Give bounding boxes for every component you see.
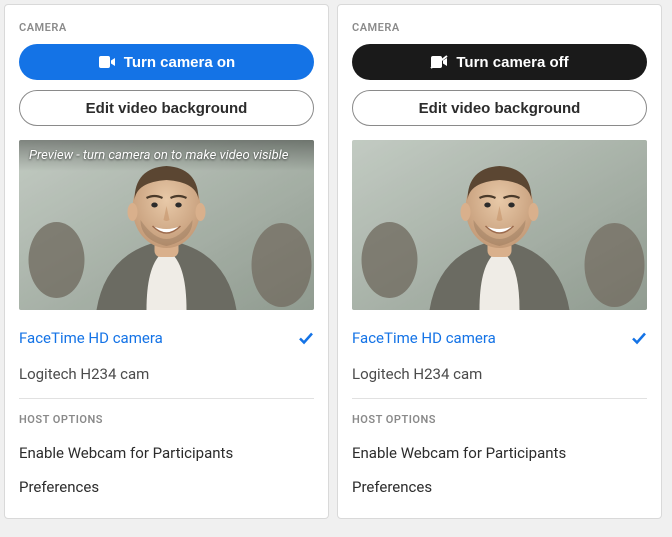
camera-option-logitech[interactable]: Logitech H234 cam [352,356,647,392]
camera-option-facetime[interactable]: FaceTime HD camera [19,320,314,356]
camera-option-label: FaceTime HD camera [352,329,496,347]
host-option-preferences[interactable]: Preferences [352,470,647,504]
preview-overlay-text: Preview - turn camera on to make video v… [19,140,314,171]
divider [19,398,314,399]
camera-option-label: Logitech H234 cam [19,365,149,383]
edit-background-label: Edit video background [86,100,248,117]
host-option-label: Preferences [19,478,99,496]
camera-option-logitech[interactable]: Logitech H234 cam [19,356,314,392]
toggle-camera-button[interactable]: Turn camera on [19,44,314,80]
camera-option-facetime[interactable]: FaceTime HD camera [352,320,647,356]
camera-off-icon [430,55,448,69]
edit-background-button[interactable]: Edit video background [352,90,647,126]
host-options-heading: HOST OPTIONS [19,413,314,426]
host-option-label: Enable Webcam for Participants [19,444,233,462]
divider [352,398,647,399]
toggle-camera-label: Turn camera on [124,54,235,71]
host-option-label: Enable Webcam for Participants [352,444,566,462]
camera-option-label: Logitech H234 cam [352,365,482,383]
host-options-heading: HOST OPTIONS [352,413,647,426]
host-option-enable-webcam[interactable]: Enable Webcam for Participants [19,436,314,470]
host-option-label: Preferences [352,478,432,496]
camera-heading: CAMERA [19,21,314,34]
camera-panel-left: CAMERA Turn camera on Edit video backgro… [4,4,329,519]
camera-preview: Preview - turn camera on to make video v… [19,140,314,310]
edit-background-button[interactable]: Edit video background [19,90,314,126]
camera-heading: CAMERA [352,21,647,34]
toggle-camera-label: Turn camera off [456,54,568,71]
camera-panel-right: CAMERA Turn camera off Edit video backgr… [337,4,662,519]
camera-option-label: FaceTime HD camera [19,329,163,347]
check-icon [298,330,314,346]
host-option-enable-webcam[interactable]: Enable Webcam for Participants [352,436,647,470]
toggle-camera-button[interactable]: Turn camera off [352,44,647,80]
check-icon [631,330,647,346]
edit-background-label: Edit video background [419,100,581,117]
host-option-preferences[interactable]: Preferences [19,470,314,504]
camera-preview [352,140,647,310]
camera-icon [98,55,116,69]
